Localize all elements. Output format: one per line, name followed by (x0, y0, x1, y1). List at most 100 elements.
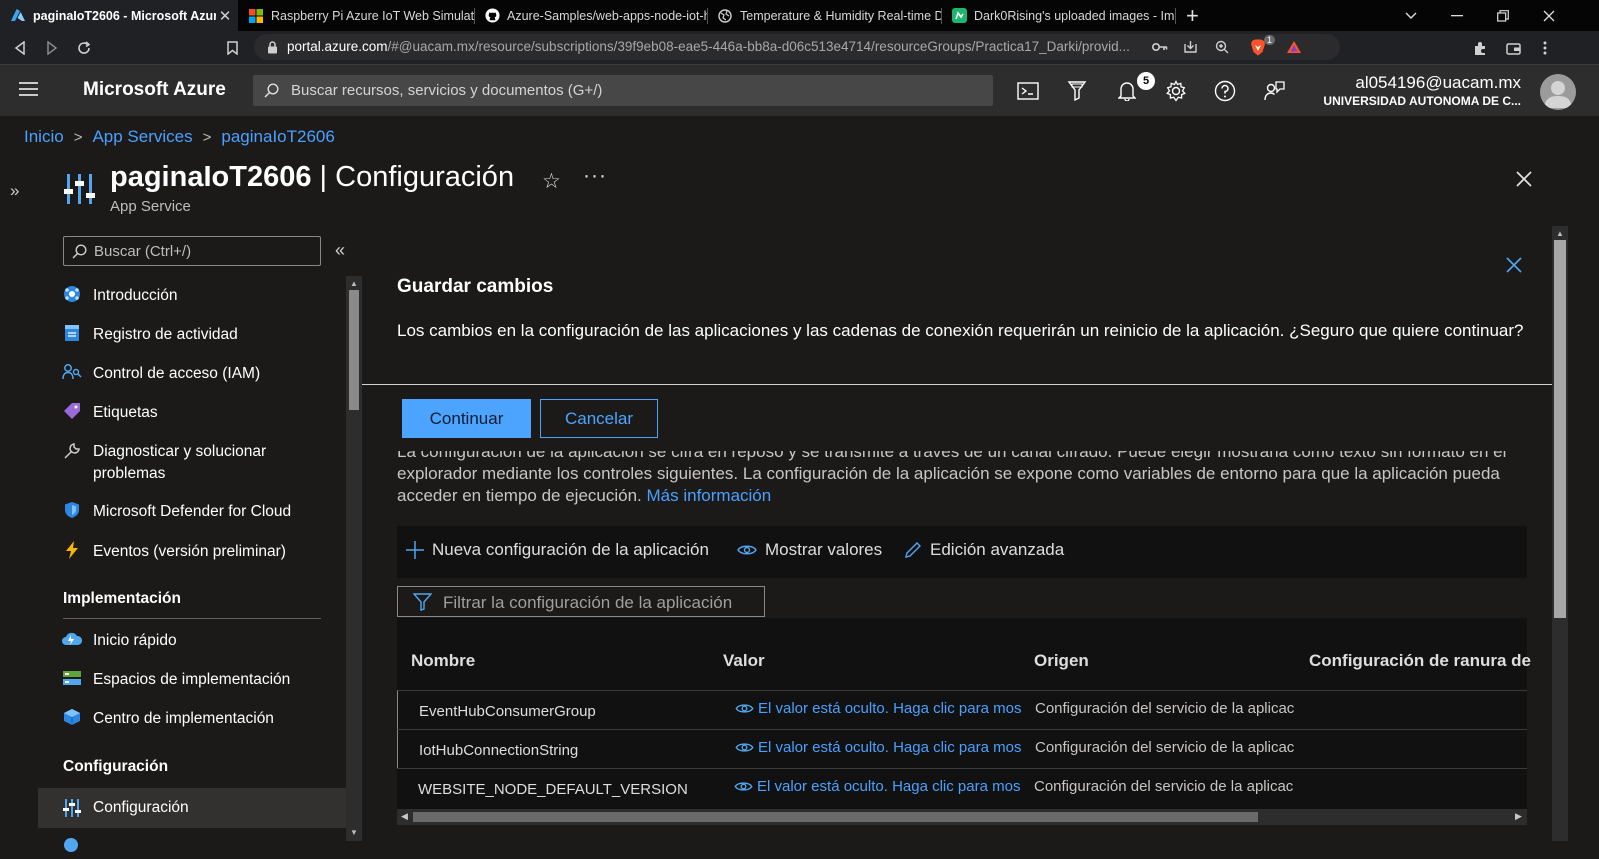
directory-filter-icon[interactable] (1063, 77, 1091, 105)
browser-tab-azure[interactable]: paginaIoT2606 - Microsoft Azure ✕ (0, 0, 238, 31)
menu-item-label: Configuración (93, 799, 189, 816)
continue-button[interactable]: Continuar (402, 399, 531, 438)
menu-item-events[interactable]: Eventos (versión preliminar) (38, 538, 346, 566)
menu-item-partial-icon (64, 838, 78, 852)
menu-item-tags[interactable]: Etiquetas (38, 399, 346, 427)
minimize-icon[interactable] (1434, 0, 1480, 31)
menu-item-label: Registro de actividad (93, 326, 238, 343)
content-scrollbar-thumb[interactable] (1554, 240, 1566, 618)
setting-value-hidden[interactable]: El valor está oculto. Haga clic para mos… (734, 778, 1020, 795)
scroll-up-icon[interactable]: ▲ (350, 279, 358, 288)
setting-name[interactable]: EventHubConsumerGroup (419, 703, 709, 720)
extensions-icon[interactable] (1468, 36, 1492, 60)
setting-name[interactable]: WEBSITE_NODE_DEFAULT_VERSION (418, 781, 708, 798)
content-scrollbar[interactable]: ▲ (1552, 226, 1568, 841)
cloud-shell-icon[interactable] (1014, 77, 1042, 105)
new-tab-button[interactable]: + (1186, 3, 1199, 29)
table-horizontal-scrollbar[interactable]: ◀ ▶ (397, 809, 1527, 825)
eye-icon (735, 704, 754, 713)
breadcrumb-home[interactable]: Inicio (24, 127, 64, 147)
iam-icon (62, 362, 82, 382)
setting-name[interactable]: IotHubConnectionString (419, 742, 709, 759)
global-search-placeholder: Buscar recursos, servicios y documentos … (291, 82, 603, 99)
menu-item-iam[interactable]: Control de acceso (IAM) (38, 360, 346, 388)
collapse-menu-icon[interactable]: « (335, 240, 345, 261)
brave-rewards-icon[interactable] (1286, 39, 1302, 55)
scroll-up-icon[interactable]: ▲ (1556, 229, 1564, 238)
reload-icon[interactable] (72, 36, 96, 60)
menu-item-quickstart[interactable]: Inicio rápido (38, 627, 346, 655)
tab-title: Dark0Rising's uploaded images - Imgu (974, 8, 1175, 23)
menu-item-configuration[interactable]: Configuración (38, 788, 346, 828)
scroll-down-icon[interactable]: ▼ (350, 828, 358, 837)
help-icon[interactable] (1211, 77, 1239, 105)
portal-menu-icon[interactable] (19, 82, 38, 96)
close-blade-icon[interactable] (1512, 167, 1536, 191)
browser-tab-simulator[interactable]: Raspberry Pi Azure IoT Web Simulator (238, 0, 474, 31)
breadcrumb-resource[interactable]: paginaIoT2606 (221, 127, 334, 147)
menu-item-defender[interactable]: Microsoft Defender for Cloud (38, 498, 346, 526)
scroll-right-icon[interactable]: ▶ (1515, 811, 1522, 822)
menu-search-input[interactable]: Buscar (Ctrl+/) (63, 236, 321, 266)
show-values-button[interactable]: Mostrar valores (737, 540, 882, 560)
more-options-icon[interactable]: ··· (583, 164, 607, 188)
more-info-link[interactable]: Más información (647, 486, 772, 505)
tab-title: paginaIoT2606 - Microsoft Azure (33, 8, 216, 23)
back-icon[interactable] (8, 36, 32, 60)
activity-log-icon (62, 323, 82, 343)
browser-tab-github[interactable]: Azure-Samples/web-apps-node-iot-hu (474, 0, 707, 31)
bookmark-icon[interactable] (220, 36, 244, 60)
resource-menu: Introducción Registro de actividad Contr… (38, 276, 346, 859)
table-row[interactable]: IotHubConnectionString El valor está ocu… (397, 729, 1527, 768)
menu-item-deployment-slots[interactable]: Espacios de implementación (38, 666, 346, 694)
new-setting-button[interactable]: Nueva configuración de la aplicación (406, 540, 709, 560)
wallet-icon[interactable] (1501, 36, 1525, 60)
settings-gear-icon[interactable] (1162, 77, 1190, 105)
menu-scrollbar-thumb[interactable] (349, 290, 359, 410)
menu-item-diagnose[interactable]: Diagnosticar y solucionar problemas (38, 438, 346, 488)
azure-brand[interactable]: Microsoft Azure (83, 79, 226, 101)
github-icon (484, 8, 500, 24)
account-email: al054196@uacam.mx (1355, 73, 1521, 92)
advanced-edit-button[interactable]: Edición avanzada (904, 540, 1064, 560)
feedback-icon[interactable] (1260, 77, 1288, 105)
tab-close-icon[interactable]: ✕ (216, 7, 234, 25)
column-header-value[interactable]: Valor (723, 651, 765, 671)
browser-tab-imgur[interactable]: Dark0Rising's uploaded images - Imgu (941, 0, 1175, 31)
table-scrollbar-thumb[interactable] (413, 812, 1258, 822)
table-row[interactable]: EventHubConsumerGroup El valor está ocul… (397, 690, 1527, 729)
browser-tab-temperature[interactable]: Temperature & Humidity Real-time Da (707, 0, 941, 31)
setting-value-hidden[interactable]: El valor está oculto. Haga clic para mos… (735, 739, 1021, 756)
close-dialog-icon[interactable] (1505, 256, 1523, 274)
menu-item-activity-log[interactable]: Registro de actividad (38, 321, 346, 349)
address-bar[interactable]: portal.azure.com/#@uacam.mx/resource/sub… (254, 34, 1340, 60)
setting-value-text: El valor está oculto. Haga clic para mos… (758, 739, 1021, 756)
avatar[interactable] (1540, 74, 1576, 110)
column-header-slot-setting[interactable]: Configuración de ranura de (1309, 651, 1531, 671)
browser-menu-icon[interactable] (1533, 36, 1557, 60)
setting-value-hidden[interactable]: El valor está oculto. Haga clic para mos… (735, 700, 1021, 717)
table-row[interactable]: WEBSITE_NODE_DEFAULT_VERSION El valor es… (397, 768, 1527, 807)
menu-item-deployment-center[interactable]: Centro de implementación (38, 705, 346, 733)
key-icon[interactable] (1152, 39, 1168, 55)
forward-icon[interactable] (40, 36, 64, 60)
restore-icon[interactable] (1480, 0, 1526, 31)
column-header-name[interactable]: Nombre (411, 651, 475, 671)
column-header-origin[interactable]: Origen (1034, 651, 1089, 671)
expand-sidebar-icon[interactable]: » (10, 181, 19, 201)
lock-icon[interactable] (264, 39, 280, 55)
menu-scrollbar[interactable]: ▲ ▼ (346, 276, 362, 841)
breadcrumb-app-services[interactable]: App Services (92, 127, 192, 147)
filter-placeholder: Filtrar la configuración de la aplicació… (443, 593, 733, 612)
zoom-icon[interactable] (1214, 39, 1230, 55)
tab-search-chevron-icon[interactable] (1388, 0, 1434, 31)
cancel-button[interactable]: Cancelar (540, 399, 658, 438)
menu-item-overview[interactable]: Introducción (38, 282, 346, 310)
settings-filter-input[interactable]: Filtrar la configuración de la aplicació… (397, 586, 765, 617)
close-window-icon[interactable] (1526, 0, 1572, 31)
favorite-star-icon[interactable]: ☆ (542, 169, 561, 194)
account-info[interactable]: al054196@uacam.mx UNIVERSIDAD AUTONOMA D… (1323, 73, 1521, 108)
scroll-left-icon[interactable]: ◀ (401, 811, 408, 822)
global-search-input[interactable]: Buscar recursos, servicios y documentos … (253, 75, 993, 106)
install-app-icon[interactable] (1182, 39, 1198, 55)
